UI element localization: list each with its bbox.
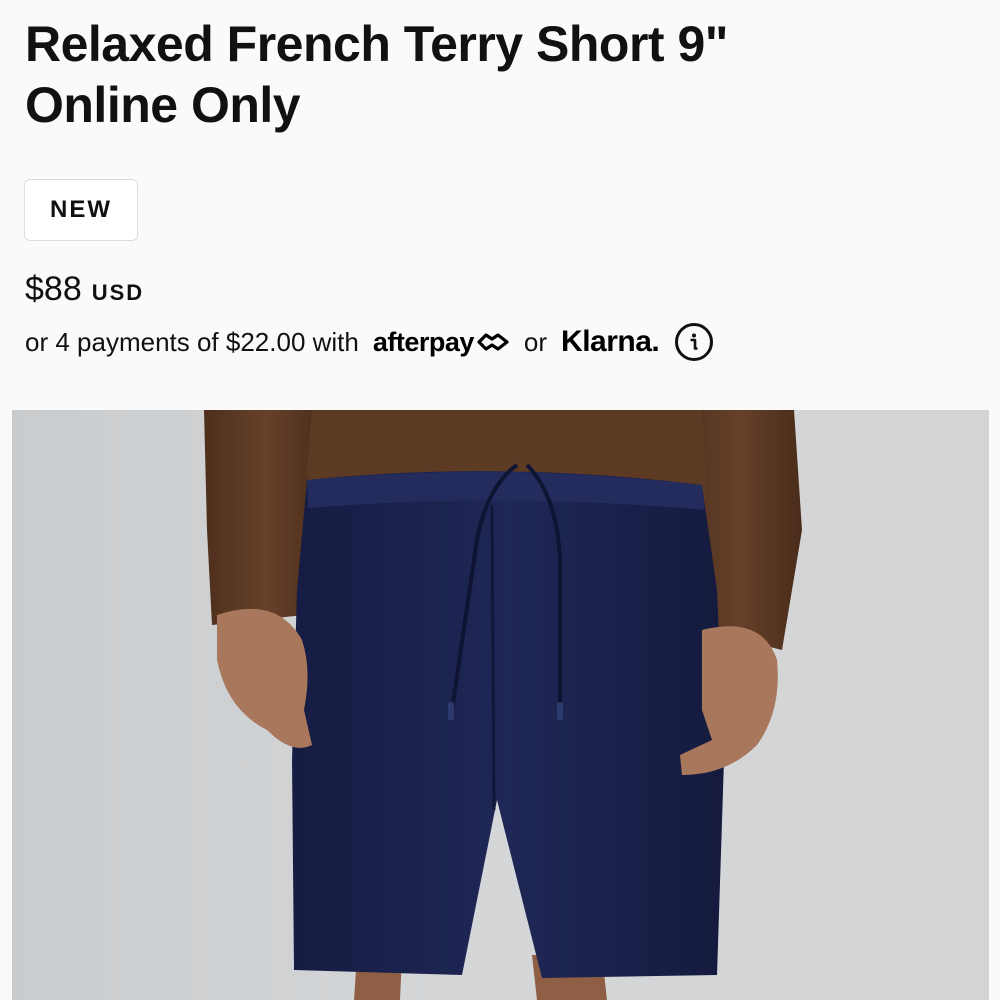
klarna-logo[interactable]: Klarna. xyxy=(561,325,660,359)
product-title-line-1: Relaxed French Terry Short 9" xyxy=(25,16,728,72)
afterpay-logo-text: afterpay xyxy=(372,326,475,357)
or-text: or xyxy=(523,326,548,357)
product-title-line-2: Online Only xyxy=(25,77,301,133)
info-icon[interactable] xyxy=(675,323,714,361)
product-title: Relaxed French Terry Short 9" Online Onl… xyxy=(25,14,965,136)
info-glyph-icon xyxy=(690,333,698,350)
product-image[interactable] xyxy=(12,410,989,1000)
installment-text: or 4 payments of $22.00 with xyxy=(25,326,359,357)
price-currency: USD xyxy=(91,280,145,305)
product-page: Relaxed French Terry Short 9" Online Onl… xyxy=(0,0,1000,1000)
afterpay-logo[interactable]: afterpay xyxy=(373,327,510,358)
afterpay-arrows-icon xyxy=(477,333,509,351)
price-amount: $88 xyxy=(25,270,82,308)
price: $88 USD xyxy=(25,270,144,309)
model-wearing-shorts-image xyxy=(204,410,802,1000)
installment-payments: or 4 payments of $22.00 with afterpay or… xyxy=(25,320,714,364)
new-badge: NEW xyxy=(24,179,138,241)
